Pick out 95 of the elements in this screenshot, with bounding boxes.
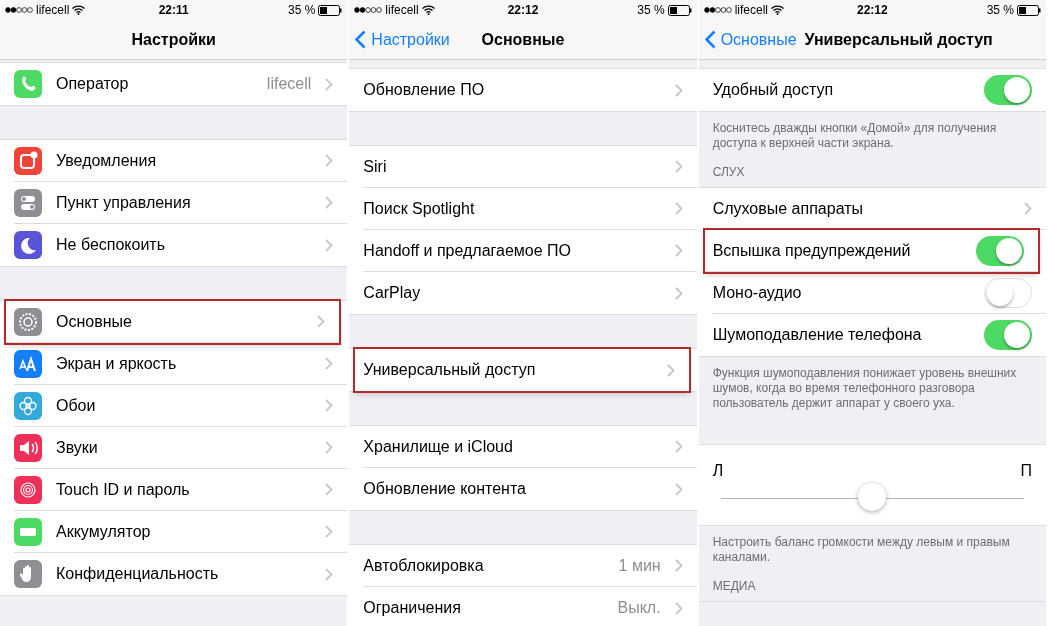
row-label: Touch ID и пароль <box>56 479 191 500</box>
clock-time: 22:12 <box>856 2 888 19</box>
row-label: Обновление ПО <box>363 80 486 100</box>
chevron-icon <box>674 559 683 572</box>
toggle-switch[interactable] <box>976 235 1024 266</box>
nav-title: Настройки <box>131 29 216 50</box>
row-value: Выкл. <box>617 598 661 618</box>
settings-row[interactable]: Обновление контента <box>363 468 697 510</box>
carrier-name: lifecell <box>36 2 70 19</box>
row-label: Универсальный доступ <box>363 360 537 380</box>
toggle-switch[interactable] <box>984 75 1032 105</box>
right-label: П <box>1020 461 1032 481</box>
chevron-icon <box>325 196 334 209</box>
row-label: Handoff и предлагаемое ПО <box>363 240 573 261</box>
toggle-switch[interactable] <box>984 277 1032 308</box>
battery-icon <box>318 4 343 16</box>
row-label: Обновление контента <box>363 479 527 499</box>
chevron-icon <box>325 525 334 538</box>
row-label: Моно-аудио <box>712 282 803 303</box>
battery-percent: 35 % <box>986 2 1014 19</box>
settings-row[interactable]: Ограничения Выкл. <box>363 587 697 626</box>
chevron-icon <box>666 363 675 377</box>
chevron-icon <box>325 441 334 454</box>
footer-note: Настроить баланс громкости между левым и правым каналами. <box>711 534 1011 565</box>
row-label: Конфиденциальность <box>56 564 220 584</box>
row-value: lifecell <box>266 74 312 94</box>
row-label: Слуховые аппараты <box>712 198 864 219</box>
carrier-name: lifecell <box>385 2 419 19</box>
row-label: Ограничения <box>363 598 462 618</box>
battery-icon <box>667 4 692 16</box>
chevron-icon <box>674 83 683 97</box>
signal-icon <box>5 7 33 13</box>
row-label: Основные <box>56 311 133 332</box>
toggle-row[interactable]: Шумоподавление телефона <box>712 314 1046 356</box>
chevron-icon <box>674 160 683 173</box>
battery-percent: 35 % <box>288 2 316 19</box>
back-chevron-icon <box>355 30 367 49</box>
footer-note: Функция шумоподавления понижает уровень внешних шумов, когда во время телефонного разговора пользователь держит аппарат у своего уха. <box>711 365 1018 411</box>
row-label: Обои <box>56 395 97 416</box>
row-value: 1 мин <box>618 555 661 576</box>
row-label: Пункт управления <box>56 192 192 213</box>
chevron-icon <box>325 399 334 412</box>
chevron-icon <box>325 483 334 496</box>
nav-title: Основные <box>481 29 565 50</box>
toggle-switch[interactable] <box>984 320 1032 350</box>
nav-title: Универсальный доступ <box>804 29 993 50</box>
signal-icon <box>354 7 383 13</box>
row-label: Экран и яркость <box>56 353 178 374</box>
wifi-icon <box>72 5 86 15</box>
row-label: Вспышка предупреждений <box>712 240 912 261</box>
battery-icon <box>1017 4 1041 16</box>
wifi-icon <box>771 5 784 15</box>
settings-row[interactable]: Основные <box>6 301 340 343</box>
row-label: Уведомления <box>56 150 158 171</box>
row-label: Хранилище и iCloud <box>363 436 514 457</box>
settings-row[interactable]: CarPlay <box>363 272 697 314</box>
row-label: Аккумулятор <box>56 521 152 542</box>
settings-row[interactable]: Конфиденциальность <box>14 553 348 595</box>
clock-time: 22:12 <box>507 2 539 19</box>
section-header: МЕДИА <box>711 578 757 595</box>
left-label: Л <box>712 461 724 481</box>
chevron-icon <box>325 238 334 252</box>
section-header: СЛУХ <box>711 164 746 181</box>
signal-icon <box>703 7 732 13</box>
chevron-icon <box>325 567 334 581</box>
carrier-name: lifecell <box>734 2 768 19</box>
wifi-icon <box>421 5 435 15</box>
settings-row[interactable]: Не беспокоить <box>14 224 348 266</box>
battery-percent: 35 % <box>637 2 665 19</box>
chevron-icon <box>1024 202 1032 215</box>
balance-slider[interactable] <box>720 483 1024 513</box>
chevron-icon <box>674 482 683 496</box>
back-button[interactable]: Основные <box>704 27 805 52</box>
row-label: CarPlay <box>363 283 422 303</box>
row-label: Siri <box>363 156 388 177</box>
row-label: Шумоподавление телефона <box>712 325 923 345</box>
chevron-icon <box>674 601 683 615</box>
chevron-icon <box>674 202 683 215</box>
chevron-icon <box>674 286 683 300</box>
footer-note: Коснитесь дважды кнопки «Домой» для получения доступа к верхней части экрана. <box>711 120 998 151</box>
chevron-icon <box>674 440 683 453</box>
row-label: Звуки <box>56 437 99 458</box>
row-label: Удобный доступ <box>712 80 835 100</box>
row-label: Оператор <box>56 74 130 94</box>
clock-time: 22:11 <box>158 2 189 19</box>
chevron-icon <box>325 357 334 370</box>
chevron-icon <box>325 154 334 167</box>
row-label: Автоблокировка <box>363 555 485 576</box>
row-label: Не беспокоить <box>56 235 167 255</box>
back-chevron-icon <box>704 30 716 49</box>
chevron-icon <box>325 77 334 91</box>
row-label: Поиск Spotlight <box>363 198 476 219</box>
back-button[interactable]: Настройки <box>355 27 458 52</box>
chevron-icon <box>317 315 326 328</box>
chevron-icon <box>674 244 683 257</box>
